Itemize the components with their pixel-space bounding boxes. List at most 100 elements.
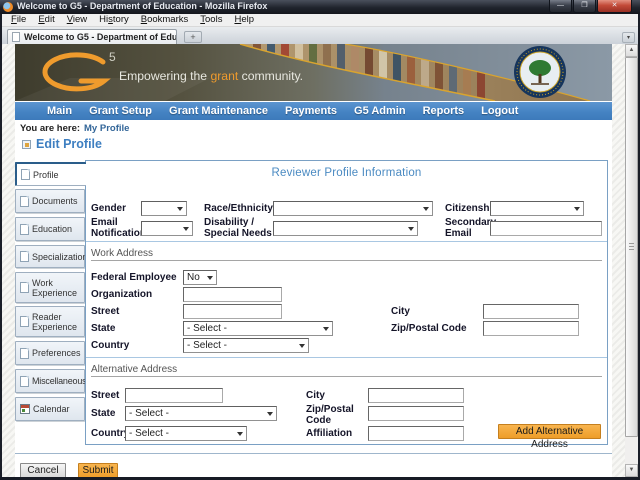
sidebar-tab-specialization[interactable]: Specialization <box>15 245 85 268</box>
new-tab-button[interactable]: + <box>184 31 202 43</box>
nav-grant-maintenance[interactable]: Grant Maintenance <box>169 105 268 117</box>
title-bar: Welcome to G5 - Department of Education … <box>0 0 640 14</box>
browser-tab[interactable]: Welcome to G5 - Department of Edu... <box>7 29 177 44</box>
scroll-down-button[interactable]: ▼ <box>625 464 638 477</box>
document-icon <box>20 224 29 235</box>
document-icon <box>20 196 29 207</box>
document-icon <box>20 282 29 293</box>
scrollbar-thumb[interactable] <box>625 57 638 437</box>
alt-street-input[interactable] <box>125 388 223 403</box>
page-icon <box>12 32 20 42</box>
breadcrumb-current[interactable]: My Profile <box>84 123 129 134</box>
tab-title: Welcome to G5 - Department of Edu... <box>24 32 177 42</box>
alt-zip-input[interactable] <box>368 406 464 421</box>
work-zip-input[interactable] <box>483 321 579 336</box>
main-nav: Main Grant Setup Grant Maintenance Payme… <box>15 102 612 120</box>
federal-employee-select[interactable]: No <box>183 270 217 285</box>
work-street-label: Street <box>91 307 119 318</box>
sidebar-tab-reader-experience[interactable]: Reader Experience <box>15 306 85 337</box>
nav-logout[interactable]: Logout <box>481 105 518 117</box>
firefox-icon <box>3 2 13 12</box>
content-column: 5 Empowering the grant community. Main G… <box>15 44 612 477</box>
nav-reports[interactable]: Reports <box>423 105 465 117</box>
sidebar-tab-documents[interactable]: Documents <box>15 189 85 213</box>
breadcrumb-prefix: You are here: <box>20 123 80 134</box>
menu-view[interactable]: View <box>61 14 93 26</box>
race-ethnicity-select[interactable] <box>273 201 433 216</box>
close-button[interactable]: ✕ <box>597 0 632 13</box>
work-city-label: City <box>391 307 410 318</box>
scroll-up-button[interactable]: ▲ <box>625 44 638 57</box>
menu-history[interactable]: History <box>93 14 135 26</box>
alt-street-label: Street <box>91 391 119 402</box>
work-country-select[interactable]: - Select - <box>183 338 309 353</box>
sidebar-tab-work-experience[interactable]: Work Experience <box>15 272 85 303</box>
document-icon <box>20 376 29 387</box>
list-all-tabs-button[interactable]: ▾ <box>622 32 635 43</box>
sidebar-tab-miscellaneous[interactable]: Miscellaneous <box>15 369 85 393</box>
affiliation-label: Affiliation <box>306 429 352 440</box>
window-border <box>0 14 2 480</box>
minimize-button[interactable]: — <box>549 0 572 13</box>
gender-label: Gender <box>91 204 126 215</box>
form-heading: Reviewer Profile Information <box>86 167 607 179</box>
nav-grant-setup[interactable]: Grant Setup <box>89 105 152 117</box>
vertical-scrollbar[interactable]: ▲ ▼ <box>625 44 638 477</box>
document-icon <box>20 348 29 359</box>
email-notification-select[interactable] <box>141 221 193 236</box>
sidebar-tab-education[interactable]: Education <box>15 217 85 241</box>
menu-file[interactable]: File <box>5 14 32 26</box>
work-address-title: Work Address <box>91 248 153 259</box>
document-icon <box>20 251 29 262</box>
banner-tagline: Empowering the grant community. <box>119 69 303 83</box>
alt-city-input[interactable] <box>368 388 464 403</box>
sidebar-tab-label: Profile <box>33 170 59 180</box>
maximize-button[interactable]: ❒ <box>573 0 596 13</box>
organization-input[interactable] <box>183 287 282 302</box>
window-title: Welcome to G5 - Department of Education … <box>17 1 267 11</box>
sidebar-tab-label: Miscellaneous <box>32 376 86 386</box>
gender-select[interactable] <box>141 201 187 216</box>
work-country-label: Country <box>91 341 129 352</box>
section-divider <box>86 357 607 358</box>
alt-city-label: City <box>306 391 325 402</box>
sidebar-tab-preferences[interactable]: Preferences <box>15 341 85 365</box>
sidebar-tab-label: Documents <box>32 196 78 206</box>
disability-select[interactable] <box>273 221 418 236</box>
nav-g5-admin[interactable]: G5 Admin <box>354 105 406 117</box>
alt-state-label: State <box>91 409 115 420</box>
sidebar-tab-label: Reader Experience <box>32 312 83 332</box>
section-divider <box>86 241 607 242</box>
race-ethnicity-label: Race/Ethnicity <box>204 204 273 215</box>
sidebar-tab-label: Preferences <box>32 348 81 358</box>
alt-state-select[interactable]: - Select - <box>125 406 277 421</box>
work-address-rule <box>91 260 602 261</box>
menu-bar: File Edit View History Bookmarks Tools H… <box>2 14 638 27</box>
work-street-input[interactable] <box>183 304 282 319</box>
work-state-select[interactable]: - Select - <box>183 321 333 336</box>
nav-payments[interactable]: Payments <box>285 105 337 117</box>
alt-country-select[interactable]: - Select - <box>125 426 247 441</box>
menu-bookmarks[interactable]: Bookmarks <box>135 14 195 26</box>
affiliation-input[interactable] <box>368 426 464 441</box>
sidebar-tab-calendar[interactable]: Calendar <box>15 397 85 421</box>
sidebar-tab-label: Work Experience <box>32 278 83 298</box>
sidebar-tab-label: Education <box>32 224 72 234</box>
page-title: Edit Profile <box>22 137 102 151</box>
menu-edit[interactable]: Edit <box>32 14 60 26</box>
menu-help[interactable]: Help <box>228 14 260 26</box>
firefox-window: Welcome to G5 - Department of Education … <box>0 0 640 480</box>
sidebar-tab-profile[interactable]: Profile <box>15 162 86 186</box>
citizenship-select[interactable] <box>490 201 584 216</box>
sidebar-tab-label: Calendar <box>33 404 70 414</box>
organization-label: Organization <box>91 290 152 301</box>
document-icon <box>20 316 29 327</box>
secondary-email-input[interactable] <box>490 221 602 236</box>
add-alternative-address-button[interactable]: Add Alternative Address <box>498 424 601 439</box>
work-city-input[interactable] <box>483 304 579 319</box>
menu-tools[interactable]: Tools <box>194 14 228 26</box>
nav-main[interactable]: Main <box>47 105 72 117</box>
federal-employee-label: Federal Employee <box>91 273 177 284</box>
calendar-icon <box>20 404 30 414</box>
alt-zip-label: Zip/Postal Code <box>306 405 358 426</box>
